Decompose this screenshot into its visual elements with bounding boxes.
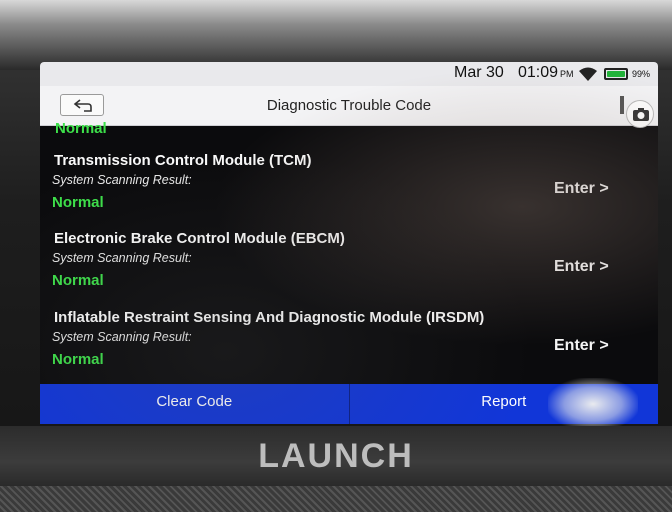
wifi-icon: [579, 67, 597, 81]
module-status: Normal: [52, 194, 104, 211]
battery-fill: [607, 71, 625, 77]
battery-icon: [604, 68, 628, 80]
enter-button[interactable]: Enter >: [554, 180, 609, 198]
camera-button[interactable]: [626, 100, 654, 128]
module-name: Inflatable Restraint Sensing And Diagnos…: [54, 309, 485, 326]
enter-button[interactable]: Enter >: [554, 337, 609, 355]
top-glare: [0, 0, 672, 70]
status-time: 01:09 PM: [518, 64, 574, 82]
report-button[interactable]: Report: [350, 384, 659, 424]
status-date: Mar 30: [454, 64, 504, 81]
module-scan-label: System Scanning Result:: [52, 251, 192, 265]
module-name: Electronic Brake Control Module (EBCM): [54, 230, 345, 247]
prev-module-status: Normal: [55, 120, 107, 137]
status-time-value: 01:09: [518, 64, 559, 81]
device-grip: [0, 486, 672, 512]
module-scan-label: System Scanning Result:: [52, 173, 192, 187]
action-bar: Clear Code Report: [40, 384, 658, 424]
list-item[interactable]: Transmission Control Module (TCM) System…: [40, 152, 658, 230]
module-status: Normal: [52, 351, 104, 368]
module-status: Normal: [52, 272, 104, 289]
enter-button[interactable]: Enter >: [554, 258, 609, 276]
module-name: Transmission Control Module (TCM): [54, 152, 312, 169]
camera-icon: [633, 108, 649, 121]
page-title: Diagnostic Trouble Code: [266, 97, 432, 114]
status-ampm: PM: [560, 69, 574, 79]
battery-percent: 99%: [632, 69, 651, 79]
list-item[interactable]: Inflatable Restraint Sensing And Diagnos…: [40, 309, 658, 387]
module-scan-label: System Scanning Result:: [52, 330, 192, 344]
status-bar: Mar 30 01:09 PM 99%: [40, 62, 658, 86]
list-item[interactable]: Electronic Brake Control Module (EBCM) S…: [40, 230, 658, 308]
title-bar: Diagnostic Trouble Code: [40, 86, 658, 128]
device-screen: Mar 30 01:09 PM 99% Diagnostic Trouble Co…: [40, 62, 658, 424]
brand-logo: LAUNCH: [258, 437, 414, 475]
clear-code-button[interactable]: Clear Code: [40, 384, 350, 424]
